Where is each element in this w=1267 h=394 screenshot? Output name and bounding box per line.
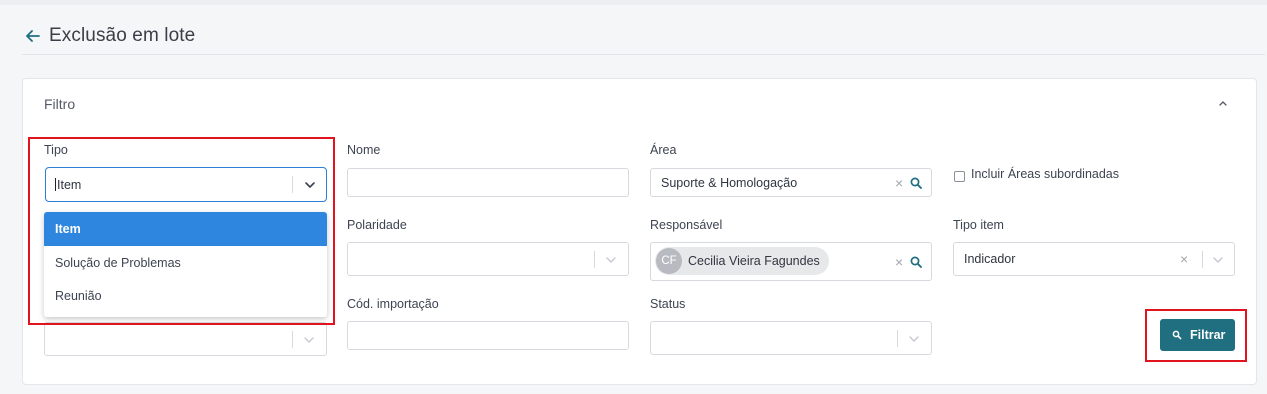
chevron-down-icon[interactable]	[604, 253, 618, 267]
cod-importacao-label: Cód. importação	[347, 297, 439, 311]
status-select[interactable]	[650, 321, 932, 355]
incluir-areas-checkbox[interactable]	[954, 171, 965, 182]
select-separator	[897, 330, 898, 347]
search-icon[interactable]	[909, 176, 923, 190]
responsavel-chip[interactable]: CF Cecilia Vieira Fagundes	[655, 247, 829, 275]
hidden-select[interactable]	[44, 322, 327, 356]
status-label: Status	[650, 297, 686, 311]
select-separator	[594, 251, 595, 268]
close-icon[interactable]: ×	[895, 175, 903, 191]
responsavel-name: Cecilia Vieira Fagundes	[688, 254, 820, 268]
tipo-item-value: Indicador	[964, 252, 1016, 266]
area-lookup[interactable]: Suporte & Homologação ×	[650, 168, 932, 197]
cod-importacao-input[interactable]	[347, 321, 629, 350]
chevron-down-icon[interactable]	[302, 333, 316, 347]
filter-panel-title: Filtro	[44, 96, 76, 112]
close-icon[interactable]: ×	[895, 254, 903, 270]
area-label: Área	[650, 143, 677, 157]
tipo-item-select[interactable]: Indicador ×	[953, 242, 1235, 276]
tipo-highlight-box	[28, 137, 335, 325]
nome-label: Nome	[347, 143, 381, 157]
header-divider	[22, 54, 1265, 55]
avatar: CF	[656, 248, 682, 274]
select-separator	[1202, 251, 1203, 268]
search-icon[interactable]	[909, 255, 923, 269]
area-value: Suporte & Homologação	[661, 176, 798, 190]
filtrar-highlight-box	[1145, 309, 1247, 362]
chevron-down-icon[interactable]	[907, 332, 921, 346]
arrow-left-icon[interactable]	[24, 27, 42, 45]
responsavel-lookup[interactable]: CF Cecilia Vieira Fagundes ×	[650, 242, 932, 281]
responsavel-label: Responsável	[650, 218, 723, 232]
close-icon[interactable]: ×	[1180, 251, 1188, 267]
polaridade-label: Polaridade	[347, 218, 407, 232]
page-title: Exclusão em lote	[49, 25, 196, 46]
incluir-areas-label: Incluir Áreas subordinadas	[971, 167, 1119, 181]
polaridade-select[interactable]	[347, 242, 629, 276]
chevron-down-icon[interactable]	[1211, 253, 1225, 267]
tipo-item-label: Tipo item	[953, 218, 1004, 232]
page: Exclusão em lote Filtro Tipo Item Nome Á…	[0, 0, 1267, 394]
chevron-up-icon[interactable]	[1216, 96, 1230, 110]
page-header: Exclusão em lote	[8, 5, 1265, 84]
select-separator	[292, 331, 293, 348]
nome-input[interactable]	[347, 168, 629, 197]
